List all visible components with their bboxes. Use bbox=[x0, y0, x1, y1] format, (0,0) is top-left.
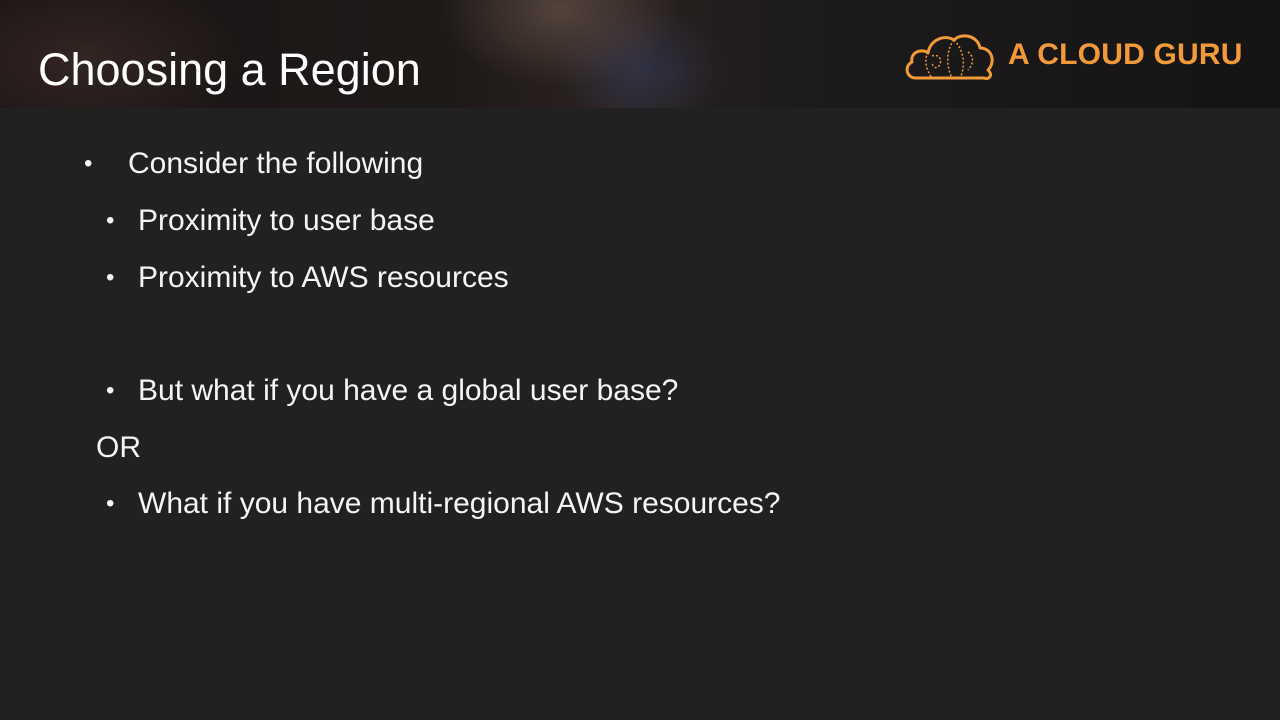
bullet-item-user-proximity: • Proximity to user base bbox=[106, 202, 506, 240]
bullet-text: Consider the following bbox=[128, 147, 424, 180]
bullet-dot-icon: • bbox=[106, 377, 115, 404]
bullet-item-global-user-base: • But what if you have a global user bas… bbox=[106, 372, 746, 410]
page-title: Choosing a Region bbox=[38, 44, 421, 95]
brand: A CLOUD GURU bbox=[902, 28, 1247, 82]
bullet-text: Proximity to AWS resources bbox=[138, 261, 509, 294]
bullet-text: Proximity to user base bbox=[138, 204, 435, 237]
bullet-text: What if you have multi-regional AWS reso… bbox=[138, 487, 781, 520]
or-connector: OR bbox=[96, 431, 141, 464]
title-banner: Choosing a Region A CLOUD GURU bbox=[0, 0, 1280, 108]
cloud-logo-icon bbox=[905, 34, 994, 80]
bullet-dot-icon: • bbox=[106, 207, 115, 234]
bullet-item-consider: • Consider the following bbox=[84, 145, 484, 183]
bullet-dot-icon: • bbox=[84, 150, 93, 177]
bullet-item-multi-regional: • What if you have multi-regional AWS re… bbox=[106, 485, 846, 523]
bullet-dot-icon: • bbox=[106, 490, 115, 517]
bullet-dot-icon: • bbox=[106, 264, 115, 291]
bullet-text: But what if you have a global user base? bbox=[138, 374, 679, 407]
brand-name: A CLOUD GURU bbox=[1008, 38, 1243, 71]
bullet-item-resource-proximity: • Proximity to AWS resources bbox=[106, 259, 566, 297]
